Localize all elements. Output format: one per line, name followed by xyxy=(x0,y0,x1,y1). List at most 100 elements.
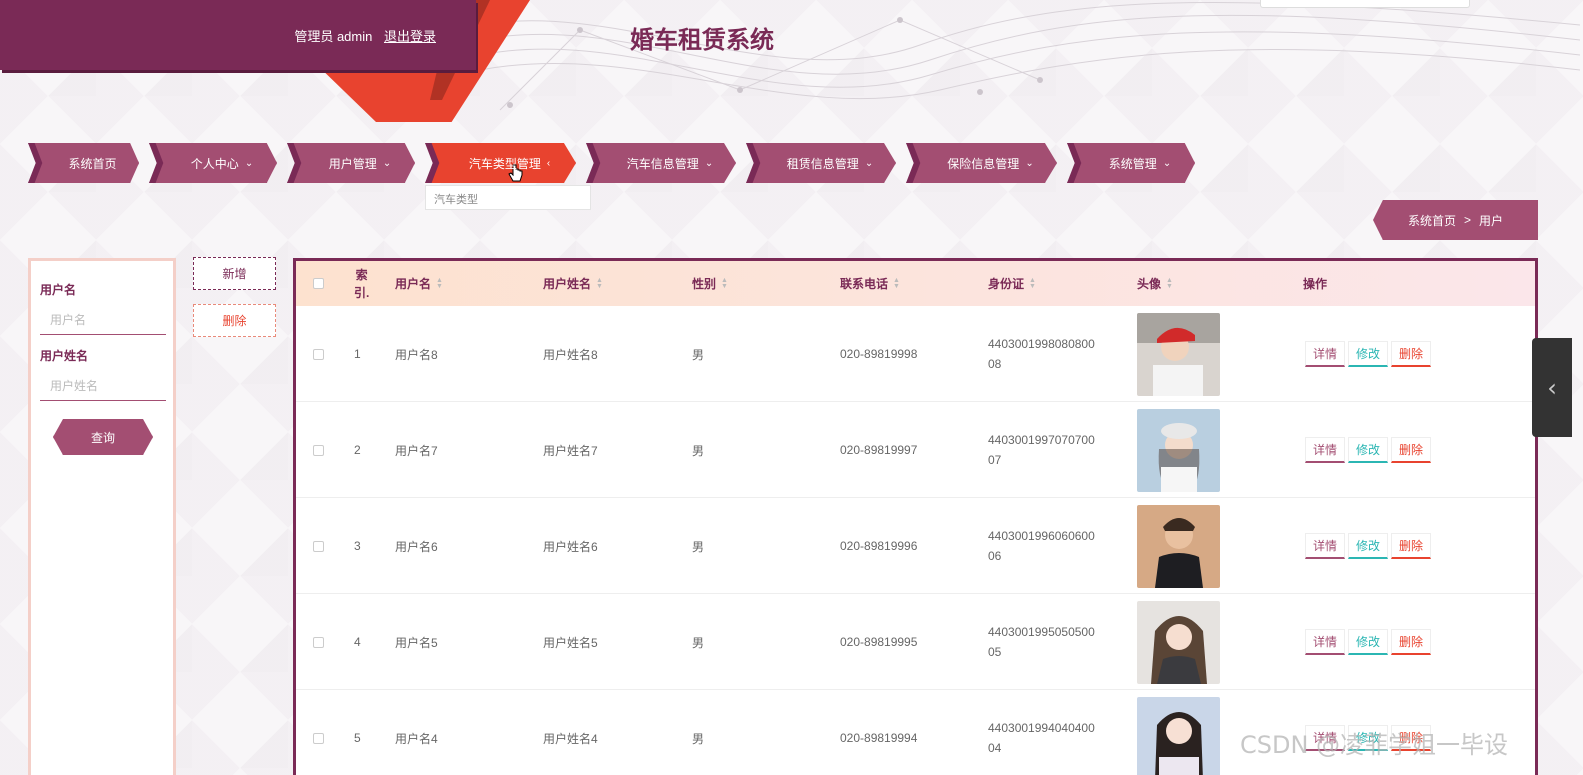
row-phone: 020-89819994 xyxy=(840,731,918,745)
breadcrumb-home[interactable]: 系统首页 xyxy=(1408,212,1456,229)
delete-button[interactable]: 删除 xyxy=(1391,437,1432,463)
avatar xyxy=(1137,690,1220,775)
detail-button[interactable]: 详情 xyxy=(1305,533,1346,559)
chevron-left-icon: ‹ xyxy=(546,157,551,169)
row-idcard: 4403001997070700 07 xyxy=(988,433,1095,467)
detail-button[interactable]: 详情 xyxy=(1305,437,1346,463)
username-label: 用户名 xyxy=(40,283,77,297)
nav-item-rental-info-management[interactable]: 租赁信息管理 ⌄ xyxy=(746,143,896,183)
row-username: 用户名8 xyxy=(395,347,438,362)
name-header[interactable]: 用户姓名 ▲ ▼ xyxy=(543,261,603,306)
delete-button[interactable]: 删除 xyxy=(1391,629,1432,655)
chevron-down-icon: ⌄ xyxy=(244,157,254,169)
admin-label: 管理员 admin xyxy=(294,29,373,44)
logout-link[interactable]: 退出登录 xyxy=(384,29,436,44)
nav-label: 系统管理 xyxy=(1108,156,1157,171)
row-name: 用户姓名8 xyxy=(543,347,598,362)
query-button[interactable]: 查询 xyxy=(53,419,153,455)
row-ops: 详情 修改 删除 xyxy=(1305,594,1434,690)
add-button[interactable]: 新增 xyxy=(193,257,276,290)
gender-header[interactable]: 性别 ▲ ▼ xyxy=(692,261,728,306)
nav-label: 租赁信息管理 xyxy=(786,156,859,171)
chevron-down-icon: ⌄ xyxy=(1025,157,1034,169)
sort-icon: ▲ ▼ xyxy=(1029,276,1036,290)
row-index: 1 xyxy=(354,347,361,361)
dropdown-menu-car-type: 汽车类型 xyxy=(425,185,591,210)
detail-button[interactable]: 详情 xyxy=(1305,629,1346,655)
phone-header[interactable]: 联系电话 ▲ ▼ xyxy=(840,261,900,306)
edit-button[interactable]: 修改 xyxy=(1348,437,1389,463)
row-checkbox[interactable] xyxy=(313,306,324,402)
chevron-down-icon: ⌄ xyxy=(704,157,714,169)
row-name: 用户姓名6 xyxy=(543,539,598,554)
ops-header: 操作 xyxy=(1303,277,1328,291)
sort-icon: ▲ ▼ xyxy=(596,276,603,290)
edit-button[interactable]: 修改 xyxy=(1348,341,1389,367)
row-name: 用户姓名4 xyxy=(543,731,598,746)
table-row: 2 用户名7 用户姓名7 男 020-89819997 440300199707… xyxy=(296,402,1535,498)
query-button-label: 查询 xyxy=(90,430,115,445)
user-info: 管理员 admin 退出登录 xyxy=(294,26,436,45)
row-phone: 020-89819997 xyxy=(840,443,918,457)
nav-item-home[interactable]: 系统首页 xyxy=(28,143,139,183)
breadcrumb-separator: > xyxy=(1463,213,1471,227)
breadcrumb: 系统首页 > 用户 xyxy=(1373,200,1538,240)
row-ops: 详情 修改 删除 xyxy=(1305,498,1434,594)
row-index: 2 xyxy=(354,443,361,457)
side-collapse-tab[interactable]: ‹ xyxy=(1532,338,1572,437)
username-search-input[interactable] xyxy=(40,305,166,335)
edit-button[interactable]: 修改 xyxy=(1348,533,1389,559)
username-header[interactable]: 用户名 ▲ ▼ xyxy=(395,261,443,306)
row-ops: 详情 修改 删除 xyxy=(1305,402,1434,498)
edit-button[interactable]: 修改 xyxy=(1348,629,1389,655)
top-search-box[interactable] xyxy=(1260,0,1470,8)
row-checkbox[interactable] xyxy=(313,594,324,690)
bulk-delete-button[interactable]: 删除 xyxy=(193,304,276,337)
delete-button[interactable]: 删除 xyxy=(1391,533,1432,559)
row-idcard: 4403001994040400 04 xyxy=(988,721,1095,755)
chevron-down-icon: ⌄ xyxy=(864,157,874,169)
sort-icon: ▲ ▼ xyxy=(893,276,900,290)
nav-label: 系统首页 xyxy=(68,156,117,171)
nav-item-car-type-management[interactable]: 汽车类型管理 ‹ xyxy=(425,143,576,183)
nav-item-personal-center[interactable]: 个人中心 ⌄ xyxy=(149,143,277,183)
header: 管理员 admin 退出登录 婚车租赁系统 xyxy=(0,0,1583,130)
row-name: 用户姓名7 xyxy=(543,443,598,458)
nav-item-car-info-management[interactable]: 汽车信息管理 ⌄ xyxy=(586,143,736,183)
name-label: 用户姓名 xyxy=(40,349,89,363)
name-search-input[interactable] xyxy=(40,371,166,401)
nav-label: 汽车信息管理 xyxy=(626,156,699,171)
avatar xyxy=(1137,498,1220,594)
detail-button[interactable]: 详情 xyxy=(1305,341,1346,367)
nav-item-insurance-info-management[interactable]: 保险信息管理 ⌄ xyxy=(906,143,1057,183)
nav-label: 个人中心 xyxy=(190,156,239,171)
dropdown-item-car-type[interactable]: 汽车类型 xyxy=(434,194,478,206)
delete-button[interactable]: 删除 xyxy=(1391,341,1432,367)
idcard-header[interactable]: 身份证 ▲ ▼ xyxy=(988,261,1036,306)
site-title: 婚车租赁系统 xyxy=(630,27,774,54)
row-gender: 男 xyxy=(692,347,705,362)
sort-icon: ▲ ▼ xyxy=(721,276,728,290)
nav-item-system-management[interactable]: 系统管理 ⌄ xyxy=(1067,143,1195,183)
table-row: 1 用户名8 用户姓名8 男 020-89819998 440300199808… xyxy=(296,306,1535,402)
select-all-checkbox[interactable] xyxy=(313,261,324,306)
table-row: 4 用户名5 用户姓名5 男 020-89819995 440300199505… xyxy=(296,594,1535,690)
row-idcard: 4403001998080800 08 xyxy=(988,337,1095,371)
sort-icon: ▲ ▼ xyxy=(436,276,443,290)
chevron-down-icon: ⌄ xyxy=(1162,157,1172,169)
avatar-header[interactable]: 头像 ▲ ▼ xyxy=(1137,261,1173,306)
row-gender: 男 xyxy=(692,443,705,458)
row-checkbox[interactable] xyxy=(313,690,324,775)
nav-item-user-management[interactable]: 用户管理 ⌄ xyxy=(287,143,415,183)
nav-label: 用户管理 xyxy=(328,156,377,171)
row-checkbox[interactable] xyxy=(313,498,324,594)
row-idcard: 4403001995050500 05 xyxy=(988,625,1095,659)
chevron-down-icon: ⌄ xyxy=(382,157,392,169)
row-checkbox[interactable] xyxy=(313,402,324,498)
table-row: 3 用户名6 用户姓名6 男 020-89819996 440300199606… xyxy=(296,498,1535,594)
row-phone: 020-89819995 xyxy=(840,635,918,649)
row-name: 用户姓名5 xyxy=(543,635,598,650)
row-idcard: 4403001996060600 06 xyxy=(988,529,1095,563)
avatar xyxy=(1137,306,1220,402)
row-phone: 020-89819996 xyxy=(840,539,918,553)
